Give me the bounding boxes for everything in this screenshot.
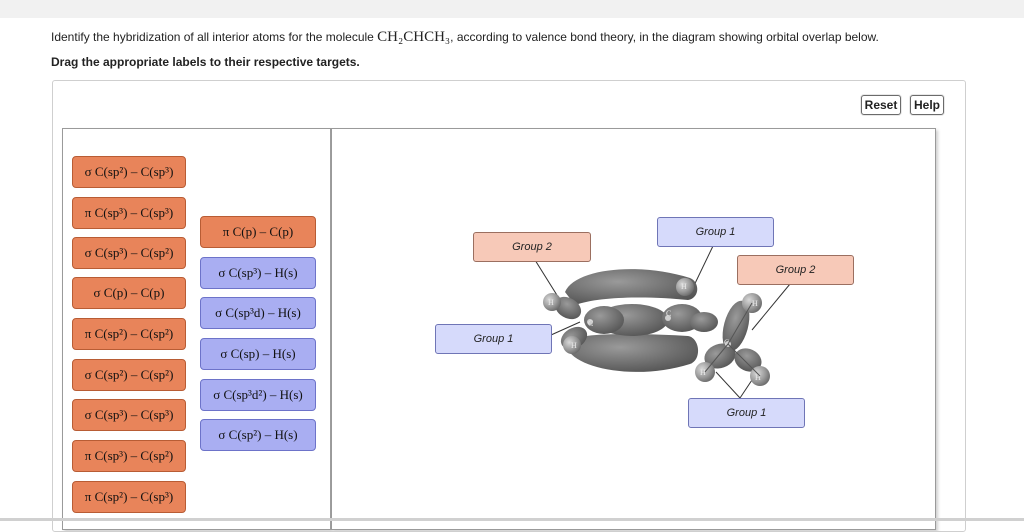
target-group1-left[interactable]: Group 1 (435, 324, 552, 354)
atom-label-h: H (548, 298, 554, 307)
target-group1-top[interactable]: Group 1 (657, 217, 774, 247)
atom-label-h: H (571, 341, 577, 350)
target-group2-right[interactable]: Group 2 (737, 255, 854, 285)
atom-label-h: H (681, 282, 687, 291)
methyl-lobe (690, 312, 718, 332)
target-group1-bottom[interactable]: Group 1 (688, 398, 805, 428)
atom-label-c: C (588, 319, 593, 328)
pi-lobe-bottom (568, 334, 699, 372)
target-group2-left[interactable]: Group 2 (473, 232, 591, 262)
atom-label-h: H (752, 299, 758, 308)
atom-label-h: H (700, 368, 706, 377)
atom-label-c: C (666, 309, 671, 318)
